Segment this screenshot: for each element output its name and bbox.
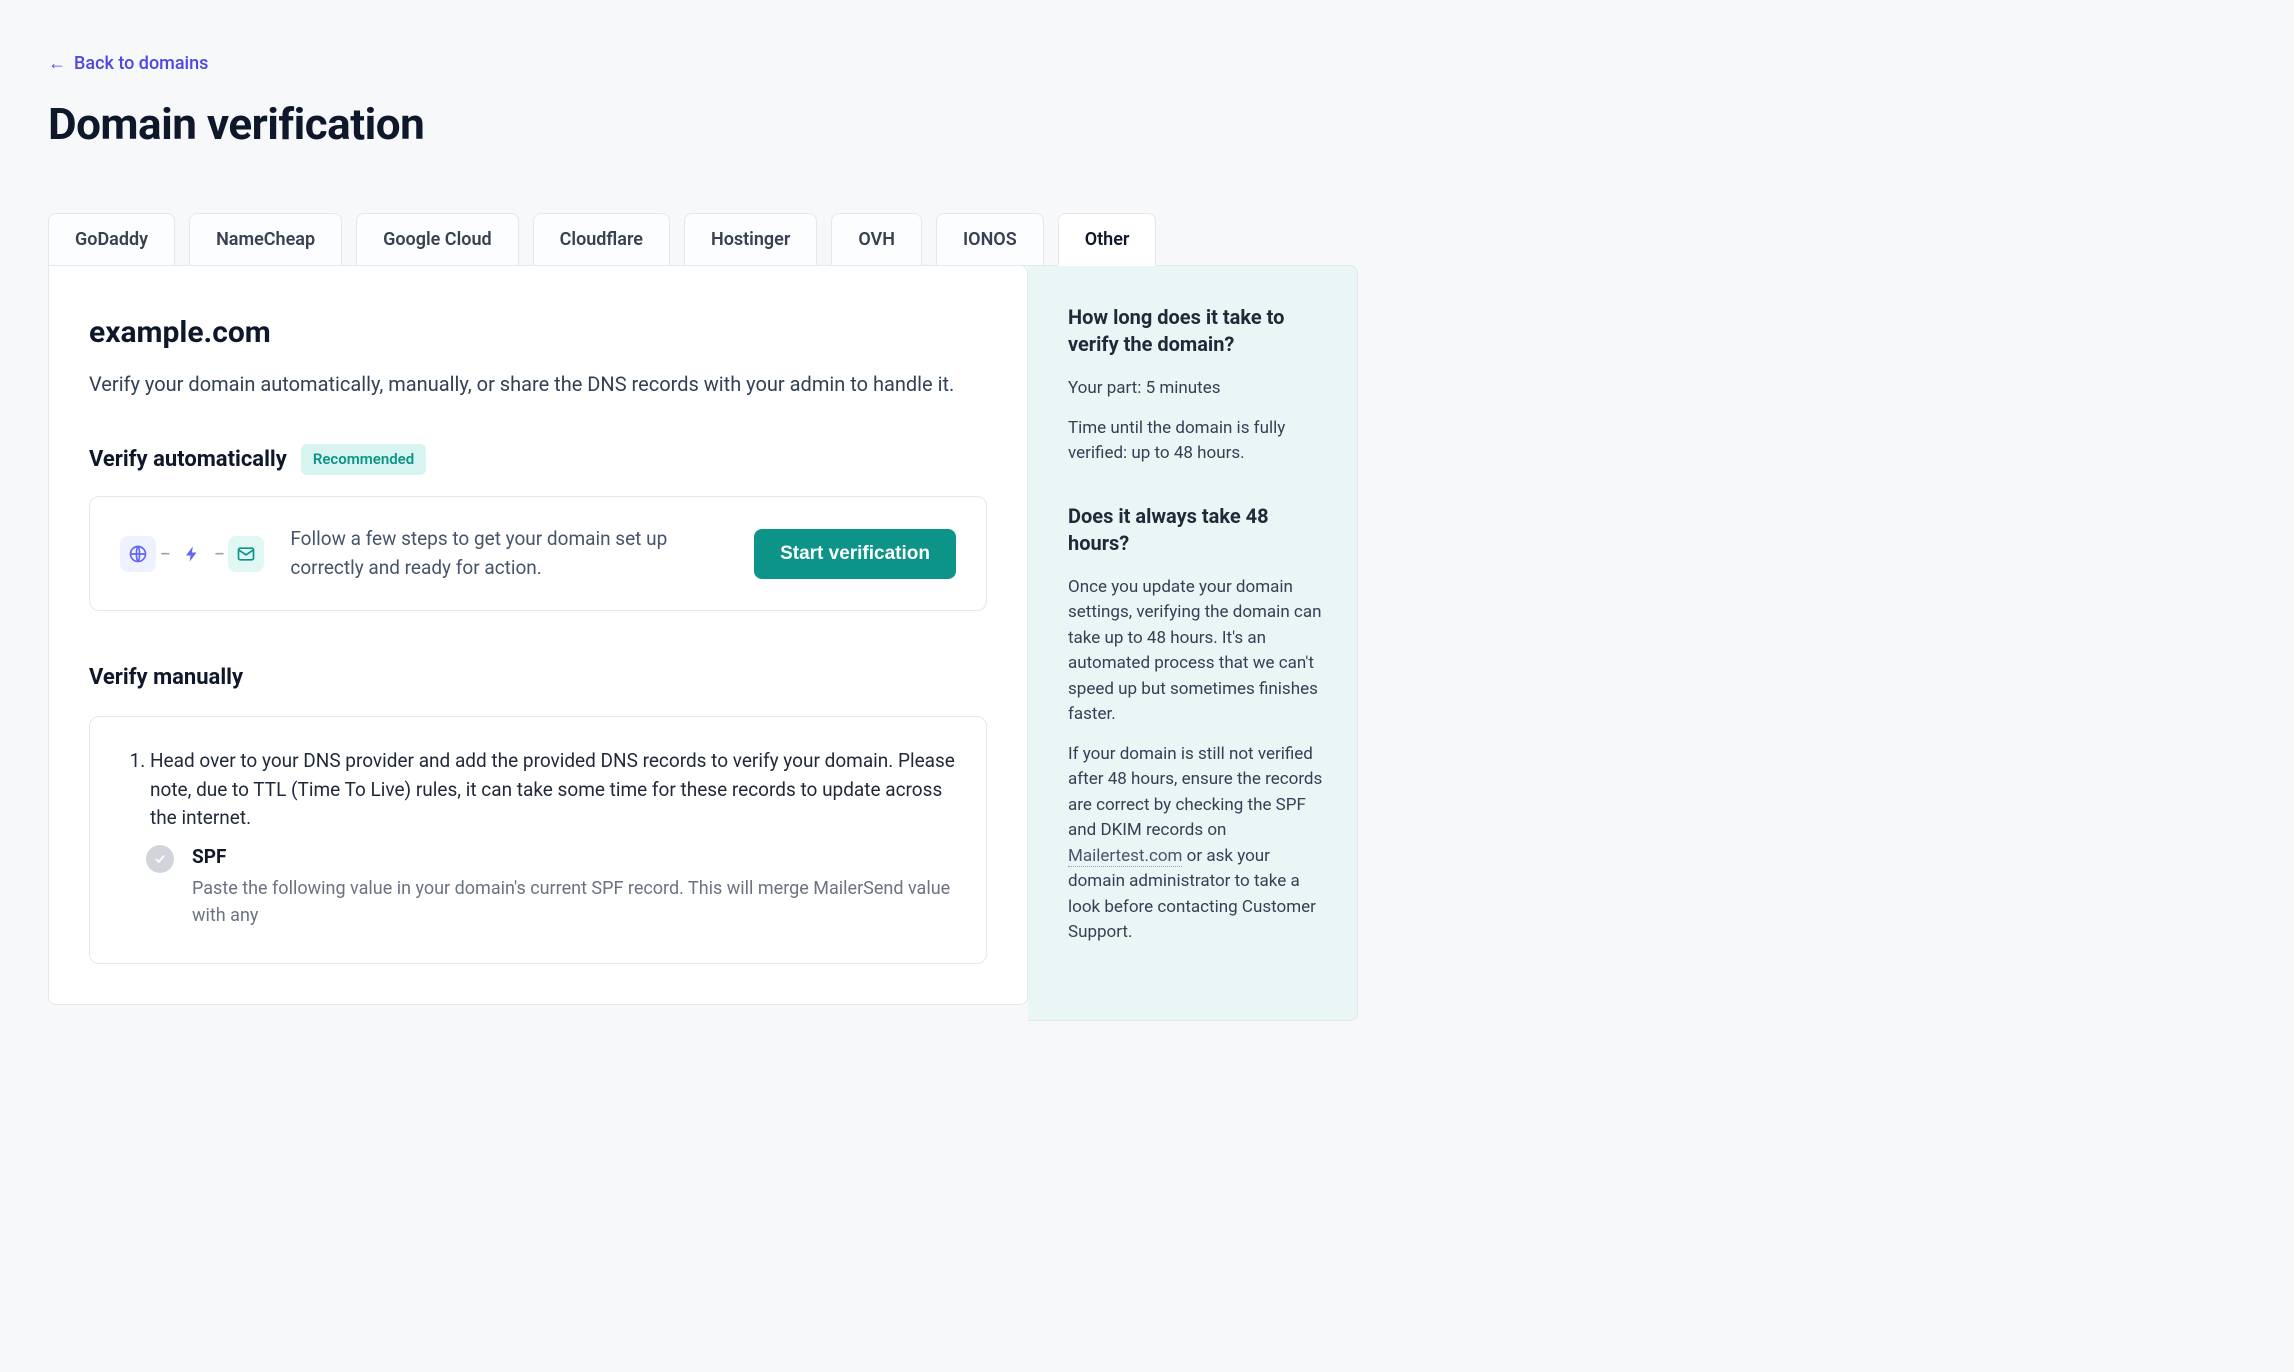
- faq-sidebar: How long does it take to verify the doma…: [1028, 265, 1358, 1021]
- auto-card-text: Follow a few steps to get your domain se…: [290, 525, 728, 582]
- tab-other[interactable]: Other: [1058, 213, 1157, 266]
- auto-verify-card: – – Follow a few steps to get your domai…: [89, 496, 987, 611]
- domain-name: example.com: [89, 310, 987, 355]
- start-verification-button[interactable]: Start verification: [754, 529, 956, 579]
- spf-desc: Paste the following value in your domain…: [192, 875, 956, 929]
- manual-step-1: Head over to your DNS provider and add t…: [150, 747, 956, 929]
- tab-godaddy[interactable]: GoDaddy: [48, 213, 175, 266]
- faq-a2b: If your domain is still not verified aft…: [1068, 742, 1323, 946]
- icon-chain: – –: [120, 536, 264, 572]
- tab-cloudflare[interactable]: Cloudflare: [533, 213, 670, 266]
- back-link-text: Back to domains: [74, 50, 208, 77]
- main-panel: example.com Verify your domain automatic…: [48, 265, 1028, 1005]
- faq-a2a: Once you update your domain settings, ve…: [1068, 575, 1323, 728]
- mailertest-link[interactable]: Mailertest.com: [1068, 846, 1182, 867]
- faq-a1b: Time until the domain is fully verified:…: [1068, 416, 1323, 467]
- tab-ovh[interactable]: OVH: [831, 213, 922, 266]
- globe-icon: [120, 536, 156, 572]
- provider-tabs: GoDaddy NameCheap Google Cloud Cloudflar…: [48, 213, 2246, 266]
- tab-ionos[interactable]: IONOS: [936, 213, 1044, 266]
- lead-text: Verify your domain automatically, manual…: [89, 369, 987, 399]
- verify-auto-heading: Verify automatically: [89, 443, 287, 476]
- tab-google-cloud[interactable]: Google Cloud: [356, 213, 519, 266]
- mail-icon: [228, 536, 264, 572]
- manual-step-1-text: Head over to your DNS provider and add t…: [150, 749, 955, 829]
- faq-q2: Does it always take 48 hours?: [1068, 503, 1323, 557]
- manual-card: Head over to your DNS provider and add t…: [89, 716, 987, 964]
- recommended-badge: Recommended: [301, 444, 426, 475]
- connector-dash-icon: –: [160, 542, 170, 566]
- faq-a1a: Your part: 5 minutes: [1068, 376, 1323, 402]
- back-to-domains-link[interactable]: ← Back to domains: [48, 50, 208, 77]
- spf-record: SPF Paste the following value in your do…: [146, 843, 956, 930]
- connector-dash-icon: –: [214, 542, 224, 566]
- check-circle-icon: [146, 845, 174, 873]
- tab-namecheap[interactable]: NameCheap: [189, 213, 342, 266]
- page-title: Domain verification: [48, 91, 2246, 157]
- faq-a2b-pre: If your domain is still not verified aft…: [1068, 744, 1322, 841]
- tab-hostinger[interactable]: Hostinger: [684, 213, 817, 266]
- arrow-left-icon: ←: [48, 50, 66, 77]
- verify-manual-heading: Verify manually: [89, 661, 987, 694]
- spf-title: SPF: [192, 843, 956, 872]
- bolt-icon: [174, 536, 210, 572]
- faq-q1: How long does it take to verify the doma…: [1068, 304, 1323, 358]
